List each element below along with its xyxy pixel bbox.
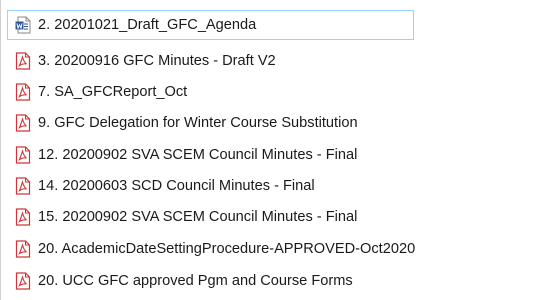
word-doc-icon [15, 16, 31, 34]
file-name: 20. UCC GFC approved Pgm and Course Form… [38, 273, 353, 289]
pdf-icon [15, 83, 31, 101]
pdf-icon [15, 114, 31, 132]
file-item[interactable]: 14. 20200603 SCD Council Minutes - Final [1, 171, 545, 201]
file-item[interactable]: 3. 20200916 GFC Minutes - Draft V2 [1, 46, 545, 76]
file-name: 12. 20200902 SVA SCEM Council Minutes - … [38, 147, 358, 163]
file-name: 20. AcademicDateSettingProcedure-APPROVE… [38, 241, 416, 257]
pdf-icon [15, 146, 31, 164]
file-item[interactable]: 7. SA_GFCReport_Oct [1, 77, 545, 107]
file-name: 7. SA_GFCReport_Oct [38, 84, 188, 100]
file-item[interactable]: 15. 20200902 SVA SCEM Council Minutes - … [1, 202, 545, 232]
file-item[interactable]: 20. UCC GFC approved Pgm and Course Form… [1, 266, 545, 296]
file-item[interactable]: 12. 20200902 SVA SCEM Council Minutes - … [1, 140, 545, 170]
file-item[interactable]: 20. AcademicDateSettingProcedure-APPROVE… [1, 234, 545, 264]
file-name: 15. 20200902 SVA SCEM Council Minutes - … [38, 209, 358, 225]
file-name: 3. 20200916 GFC Minutes - Draft V2 [38, 53, 276, 69]
pdf-icon [15, 272, 31, 290]
pdf-icon [15, 177, 31, 195]
file-item[interactable]: 9. GFC Delegation for Winter Course Subs… [1, 108, 545, 138]
file-name: 2. 20201021_Draft_GFC_Agenda [38, 17, 257, 33]
file-name: 9. GFC Delegation for Winter Course Subs… [38, 115, 358, 131]
file-list: 2. 20201021_Draft_GFC_Agenda 3. 20200916… [0, 0, 545, 300]
pdf-icon [15, 240, 31, 258]
pdf-icon [15, 208, 31, 226]
file-item[interactable]: 2. 20201021_Draft_GFC_Agenda [7, 10, 414, 40]
pdf-icon [15, 52, 31, 70]
file-name: 14. 20200603 SCD Council Minutes - Final [38, 178, 315, 194]
